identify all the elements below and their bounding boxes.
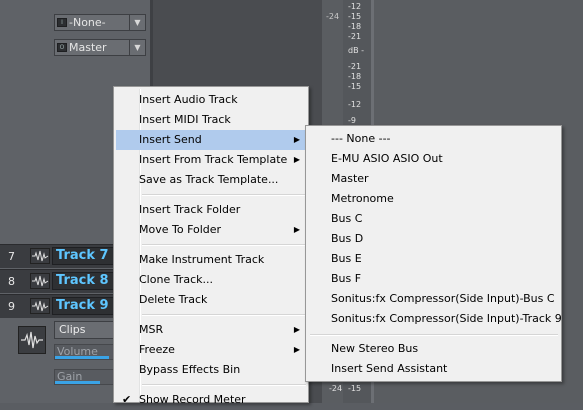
submenu-item-none[interactable]: --- None --- bbox=[308, 129, 561, 149]
menu-item-label: New Stereo Bus bbox=[331, 342, 419, 355]
menu-item-label: Insert Send Assistant bbox=[331, 362, 448, 375]
menu-item-label: Delete Track bbox=[139, 293, 208, 306]
chevron-right-icon: ▶ bbox=[293, 135, 300, 144]
input-icon: I bbox=[57, 18, 67, 27]
menu-item-label: MSR bbox=[139, 323, 164, 336]
menu-item-label: Sonitus:fx Compressor(Side Input)-Track … bbox=[331, 312, 562, 325]
gain-slider-fill bbox=[55, 381, 100, 384]
menu-item-label: Move To Folder bbox=[139, 223, 222, 236]
chevron-down-icon[interactable]: ▼ bbox=[129, 40, 145, 55]
menu-item-label: Bus C bbox=[331, 212, 363, 225]
submenu-item-emu-asio-out[interactable]: E-MU ASIO ASIO Out bbox=[308, 149, 561, 169]
menu-item-label: Metronome bbox=[331, 192, 394, 205]
menu-separator bbox=[142, 194, 306, 196]
submenu-item-master[interactable]: Master bbox=[308, 169, 561, 189]
menu-item-bypass-effects-bin[interactable]: Bypass Effects Bin bbox=[116, 360, 306, 380]
output-icon: O bbox=[57, 43, 67, 52]
menu-item-label: Show Record Meter bbox=[139, 393, 246, 406]
menu-item-insert-track-folder[interactable]: Insert Track Folder bbox=[116, 200, 306, 220]
menu-separator bbox=[310, 334, 558, 336]
menu-item-label: Insert From Track Template bbox=[139, 153, 288, 166]
menu-item-label: Make Instrument Track bbox=[139, 253, 265, 266]
chevron-right-icon: ▶ bbox=[293, 225, 300, 234]
menu-item-label: Save as Track Template... bbox=[139, 173, 279, 186]
submenu-item-new-stereo-bus[interactable]: New Stereo Bus bbox=[308, 339, 561, 359]
meter-tick: -15 bbox=[348, 384, 362, 393]
chevron-right-icon: ▶ bbox=[293, 345, 300, 354]
meter-tick: -12 bbox=[348, 2, 362, 11]
submenu-item-insert-send-assistant[interactable]: Insert Send Assistant bbox=[308, 359, 561, 379]
menu-item-insert-audio-track[interactable]: Insert Audio Track bbox=[116, 90, 306, 110]
menu-item-insert-from-track-template[interactable]: Insert From Track Template ▶ bbox=[116, 150, 306, 170]
meter-tick: -15 bbox=[348, 12, 362, 21]
menu-item-label: Bus F bbox=[331, 272, 362, 285]
menu-item-msr[interactable]: MSR ▶ bbox=[116, 320, 306, 340]
menu-item-delete-track[interactable]: Delete Track bbox=[116, 290, 306, 310]
meter-tick: -21 bbox=[348, 62, 362, 71]
menu-item-insert-send[interactable]: Insert Send ▶ bbox=[116, 130, 306, 150]
menu-item-insert-midi-track[interactable]: Insert MIDI Track bbox=[116, 110, 306, 130]
audio-waveform-icon bbox=[18, 326, 46, 354]
submenu-item-bus-f[interactable]: Bus F bbox=[308, 269, 561, 289]
checkmark-icon: ✔ bbox=[122, 393, 132, 406]
menu-item-label: Bypass Effects Bin bbox=[139, 363, 241, 376]
menu-item-label: Insert Track Folder bbox=[139, 203, 241, 216]
meter-scale-label: -24 bbox=[326, 12, 340, 21]
menu-item-save-as-track-template[interactable]: Save as Track Template... bbox=[116, 170, 306, 190]
submenu-item-compressor-bus-c[interactable]: Sonitus:fx Compressor(Side Input)-Bus C bbox=[308, 289, 561, 309]
meter-tick: -12 bbox=[348, 100, 362, 109]
menu-item-label: Sonitus:fx Compressor(Side Input)-Bus C bbox=[331, 292, 555, 305]
insert-send-submenu: --- None --- E-MU ASIO ASIO Out Master M… bbox=[305, 125, 562, 382]
menu-item-show-record-meter[interactable]: ✔ Show Record Meter bbox=[116, 390, 306, 410]
meter-tick: -21 bbox=[348, 32, 362, 41]
menu-separator bbox=[142, 384, 306, 386]
menu-item-make-instrument-track[interactable]: Make Instrument Track bbox=[116, 250, 306, 270]
track-number: 9 bbox=[8, 300, 15, 313]
track-number: 8 bbox=[8, 275, 15, 288]
volume-slider-fill bbox=[55, 356, 109, 359]
track-context-menu: Insert Audio Track Insert MIDI Track Ins… bbox=[113, 86, 309, 406]
menu-item-freeze[interactable]: Freeze ▶ bbox=[116, 340, 306, 360]
submenu-item-bus-d[interactable]: Bus D bbox=[308, 229, 561, 249]
submenu-item-bus-c[interactable]: Bus C bbox=[308, 209, 561, 229]
menu-item-label: E-MU ASIO ASIO Out bbox=[331, 152, 443, 165]
menu-separator bbox=[142, 314, 306, 316]
menu-item-label: Insert MIDI Track bbox=[139, 113, 231, 126]
audio-waveform-icon bbox=[30, 273, 50, 289]
menu-separator bbox=[142, 244, 306, 246]
meter-tick: -24 bbox=[329, 384, 343, 393]
menu-item-label: Bus D bbox=[331, 232, 364, 245]
menu-item-label: Clone Track... bbox=[139, 273, 213, 286]
input-select[interactable]: I -None- ▼ bbox=[54, 14, 146, 31]
audio-waveform-icon bbox=[30, 248, 50, 264]
menu-item-label: --- None --- bbox=[331, 132, 391, 145]
menu-item-label: Freeze bbox=[139, 343, 175, 356]
meter-tick: dB - bbox=[348, 46, 364, 55]
submenu-item-compressor-track-9[interactable]: Sonitus:fx Compressor(Side Input)-Track … bbox=[308, 309, 562, 329]
chevron-down-icon[interactable]: ▼ bbox=[129, 15, 145, 30]
menu-item-label: Bus E bbox=[331, 252, 362, 265]
menu-item-label: Insert Audio Track bbox=[139, 93, 238, 106]
chevron-right-icon: ▶ bbox=[293, 325, 300, 334]
submenu-item-bus-e[interactable]: Bus E bbox=[308, 249, 561, 269]
track-number: 7 bbox=[8, 250, 15, 263]
clips-select-value: Clips bbox=[59, 323, 86, 336]
input-select-value: -None- bbox=[69, 16, 106, 29]
meter-tick: -15 bbox=[348, 82, 362, 91]
menu-item-label: Master bbox=[331, 172, 369, 185]
menu-item-label: Insert Send bbox=[139, 133, 202, 146]
menu-item-clone-track[interactable]: Clone Track... bbox=[116, 270, 306, 290]
output-select-value: Master bbox=[69, 41, 107, 54]
submenu-item-metronome[interactable]: Metronome bbox=[308, 189, 561, 209]
meter-tick: -9 bbox=[348, 116, 356, 125]
menu-item-move-to-folder[interactable]: Move To Folder ▶ bbox=[116, 220, 306, 240]
audio-waveform-icon bbox=[30, 298, 50, 314]
output-select[interactable]: O Master ▼ bbox=[54, 39, 146, 56]
meter-tick: -18 bbox=[348, 72, 362, 81]
meter-tick: -18 bbox=[348, 22, 362, 31]
chevron-right-icon: ▶ bbox=[293, 155, 300, 164]
